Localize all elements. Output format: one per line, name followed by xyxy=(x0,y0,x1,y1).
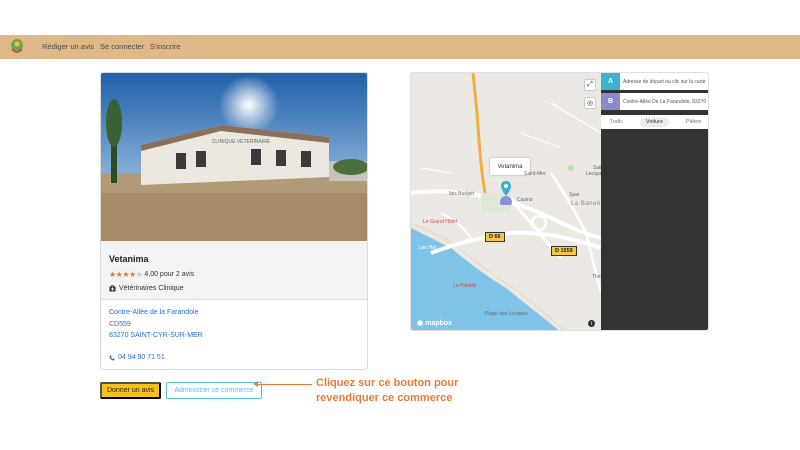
geolocate-icon[interactable]: ◎ xyxy=(584,97,596,109)
road-sign-d1559: D 1559 xyxy=(551,246,577,256)
map-canvas[interactable]: ⤢ ◎ Vetanima Ibis Budget Saint-Mer Casin… xyxy=(411,73,606,330)
destination-input[interactable]: Contre-Allée De La Farandole, 83270 xyxy=(620,99,708,105)
card-divider xyxy=(101,299,367,300)
business-info: Vetanima ★★★★★ 4,00 pour 2 avis Vétérina… xyxy=(101,241,367,299)
destination-badge: B xyxy=(601,93,620,110)
site-logo[interactable] xyxy=(10,37,24,55)
map-widget: ⤢ ◎ Vetanima Ibis Budget Saint-Mer Casin… xyxy=(410,72,709,331)
phone-link[interactable]: 04 94 90 71 51 xyxy=(109,354,165,361)
photo-sign: CLINIQUE VETERINAIRE xyxy=(212,139,271,145)
rating-text: 4,00 pour 2 avis xyxy=(144,271,195,278)
directions-destination[interactable]: B Contre-Allée De La Farandole, 83270 xyxy=(601,93,708,110)
star-full-icon: ★ xyxy=(109,270,116,279)
directions-panel: A Adresse de départ ou clic sur la carte… xyxy=(601,73,708,330)
origin-input[interactable]: Adresse de départ ou clic sur la carte xyxy=(620,79,708,85)
callout-line-1: Cliquez sur ce bouton pour xyxy=(316,377,459,389)
star-full-icon: ★ xyxy=(122,270,130,279)
star-empty-icon: ★ xyxy=(135,270,143,279)
map-label: Plage des Lecques xyxy=(485,311,528,317)
map-label: Casino xyxy=(517,197,533,203)
annotation-callout: Cliquez sur ce bouton pour revendiquer c… xyxy=(316,376,458,406)
rating: ★★★★★ 4,00 pour 2 avis xyxy=(109,270,194,279)
medkit-icon xyxy=(109,285,116,292)
top-navbar: Rédiger un avis Se connecter S'inscrire xyxy=(0,35,800,59)
business-card: CLINIQUE VETERINAIRE Vetanima ★★★★★ 4,00… xyxy=(100,72,368,370)
map-label: Ibis Budget xyxy=(449,191,475,197)
address-road[interactable]: CD559 xyxy=(109,321,131,328)
map-marker-icon[interactable] xyxy=(500,181,512,205)
address-city[interactable]: 83270 SAINT-CYR-SUR-MER xyxy=(109,332,203,339)
mapbox-logo[interactable]: ◉ mapbox xyxy=(417,319,452,328)
manage-business-button[interactable]: Administrer ce commerce xyxy=(166,382,262,399)
map-label: La Baneti xyxy=(571,201,601,207)
map-label: Saint-Mer xyxy=(524,171,546,177)
road-sign-d66: D 66 xyxy=(485,232,505,242)
mode-walking[interactable]: Piéton xyxy=(686,119,702,125)
category-text: Vétérinaires Clinique xyxy=(119,285,184,292)
callout-line-2: revendiquer ce commerce xyxy=(316,392,453,404)
fullscreen-icon[interactable]: ⤢ xyxy=(584,79,596,91)
annotation-arrow-icon xyxy=(253,381,258,387)
give-review-button[interactable]: Donner un avis xyxy=(100,382,161,399)
annotation-arrow-line xyxy=(256,384,312,385)
map-label: Les Hal xyxy=(419,245,436,251)
nav-write-review[interactable]: Rédiger un avis xyxy=(42,42,94,51)
mode-traffic[interactable]: Trafic xyxy=(609,119,623,125)
travel-mode-bar: Trafic Voiture Piéton xyxy=(601,115,708,129)
business-name[interactable]: Vetanima xyxy=(109,254,149,264)
address-street[interactable]: Contre-Allée de la Farandole xyxy=(109,309,199,316)
info-icon[interactable]: i xyxy=(588,320,595,327)
mapbox-icon: ◉ xyxy=(417,320,424,327)
phone-icon xyxy=(109,355,115,361)
rating-stars: ★★★★★ xyxy=(109,270,143,279)
phone-number[interactable]: 04 94 90 71 51 xyxy=(118,354,165,361)
map-label: Le Grand Hôtel xyxy=(423,219,457,225)
map-label: La Pataille xyxy=(453,283,477,289)
business-photo: CLINIQUE VETERINAIRE xyxy=(101,73,367,241)
map-label: Spar xyxy=(569,192,580,198)
nav-login[interactable]: Se connecter xyxy=(100,42,144,51)
nav-register[interactable]: S'inscrire xyxy=(150,42,181,51)
origin-badge: A xyxy=(601,73,620,90)
mapbox-text: mapbox xyxy=(425,319,452,327)
business-category: Vétérinaires Clinique xyxy=(109,285,184,292)
mode-driving[interactable]: Voiture xyxy=(639,117,670,127)
directions-origin[interactable]: A Adresse de départ ou clic sur la carte xyxy=(601,73,708,90)
star-full-icon: ★ xyxy=(129,270,136,279)
